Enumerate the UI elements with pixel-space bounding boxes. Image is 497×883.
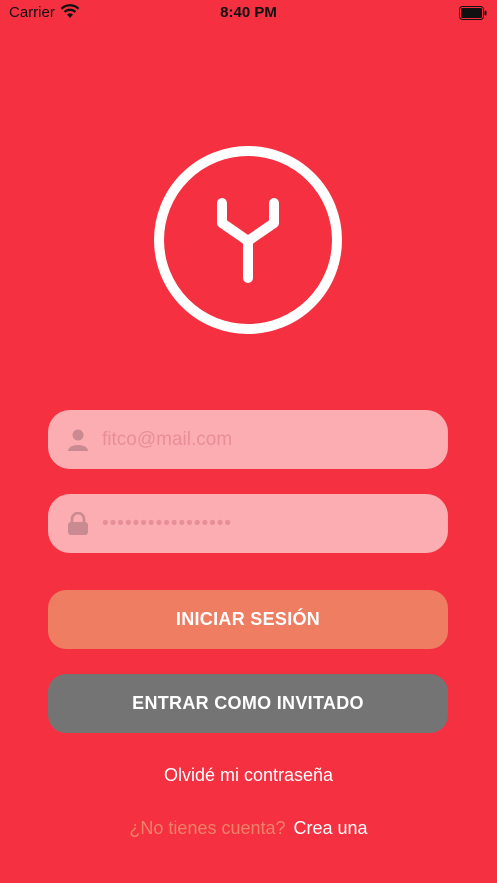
email-input[interactable] [102, 410, 432, 469]
guest-button[interactable]: ENTRAR COMO INVITADO [48, 674, 448, 733]
battery-icon [459, 6, 487, 20]
user-icon [68, 429, 88, 451]
guest-button-label: ENTRAR COMO INVITADO [132, 693, 364, 713]
status-time: 8:40 PM [220, 4, 277, 21]
forgot-password-link[interactable]: Olvidé mi contraseña [0, 765, 497, 786]
login-button-label: INICIAR SESIÓN [175, 609, 321, 629]
login-button[interactable]: INICIAR SESIÓN [48, 590, 448, 649]
create-account-link[interactable]: Crea una [294, 818, 368, 838]
email-field-container [48, 410, 448, 469]
signup-row: ¿No tienes cuenta? Crea una [0, 818, 497, 839]
no-account-label: ¿No tienes cuenta? [129, 818, 286, 838]
password-input[interactable] [102, 494, 432, 553]
status-bar: Carrier 8:40 PM [0, 0, 497, 26]
app-logo [154, 146, 342, 334]
password-field-container [48, 494, 448, 553]
lock-icon [68, 512, 88, 535]
